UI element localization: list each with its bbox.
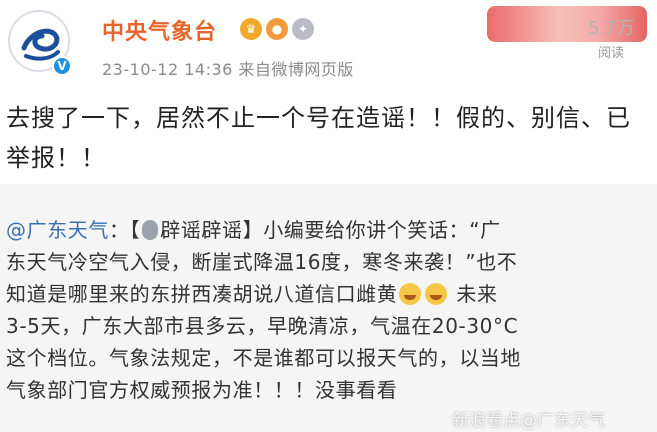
fish-badge-icon[interactable]: ●: [266, 18, 288, 40]
repost-line-2: 东天气冷空气入侵，断崖式降温16度，寒冬来袭！”也不: [6, 250, 518, 274]
watermark: 新浪看点@广东天气: [452, 411, 605, 431]
divider: [0, 184, 657, 198]
repost-line-5: 这个档位。气象法规定，不是谁都可以报天气的，以当地: [6, 346, 521, 370]
repost-line-1-tag: 辟谣辟谣】小编要给你讲个笑话：“广: [160, 218, 501, 242]
user-badges: ♛ ● ✦: [240, 18, 314, 40]
mention-link[interactable]: @广东天气: [6, 218, 109, 242]
post-header: V 中央气象台 ♛ ● ✦ 23-10-12 14:36 来自微博网页版 5.7…: [0, 0, 657, 88]
repost-line-3-text: 知道是哪里来的东拼西凑胡说八道信口雌黄: [6, 282, 398, 306]
repost-line-1: @广东天气：【 辟谣辟谣】小编要给你讲个笑话：“广: [6, 214, 657, 246]
repost-line-4: 3-5天，广东大部市县多云，早晚清凉，气温在20-30°C: [6, 314, 519, 338]
author-name[interactable]: 中央气象台: [102, 14, 217, 46]
verified-v-icon: V: [52, 56, 72, 76]
repost-line-3: 知道是哪里来的东拼西凑胡说八道信口雌黄 未来: [6, 278, 657, 310]
read-count: 5.7万: [588, 18, 635, 39]
medal-badge-icon[interactable]: ✦: [292, 18, 314, 40]
repost-card[interactable]: @广东天气：【 辟谣辟谣】小编要给你讲个笑话：“广 东天气冷空气入侵，断崖式降温1…: [0, 198, 657, 432]
laugh-cry-emoji-icon: [425, 283, 448, 305]
repost-line-3-tail: 未来: [456, 282, 498, 306]
post-text: 去搜了一下，居然不止一个号在造谣！！假的、别信、已举报！！: [6, 104, 631, 172]
repost-line-1-rest: ：【: [109, 218, 141, 242]
read-label: 阅读: [598, 46, 625, 61]
post-timestamp-source: 23-10-12 14:36 来自微博网页版: [102, 60, 354, 79]
crown-badge-icon[interactable]: ♛: [240, 18, 262, 40]
repost-line-6: 气象部门官方权威预报为准！！！没事看看: [6, 378, 398, 402]
microphone-emoji-icon: [142, 220, 159, 240]
repost-text: @广东天气：【 辟谣辟谣】小编要给你讲个笑话：“广 东天气冷空气入侵，断崖式降温1…: [6, 214, 657, 406]
laugh-cry-emoji-icon: [399, 283, 422, 305]
